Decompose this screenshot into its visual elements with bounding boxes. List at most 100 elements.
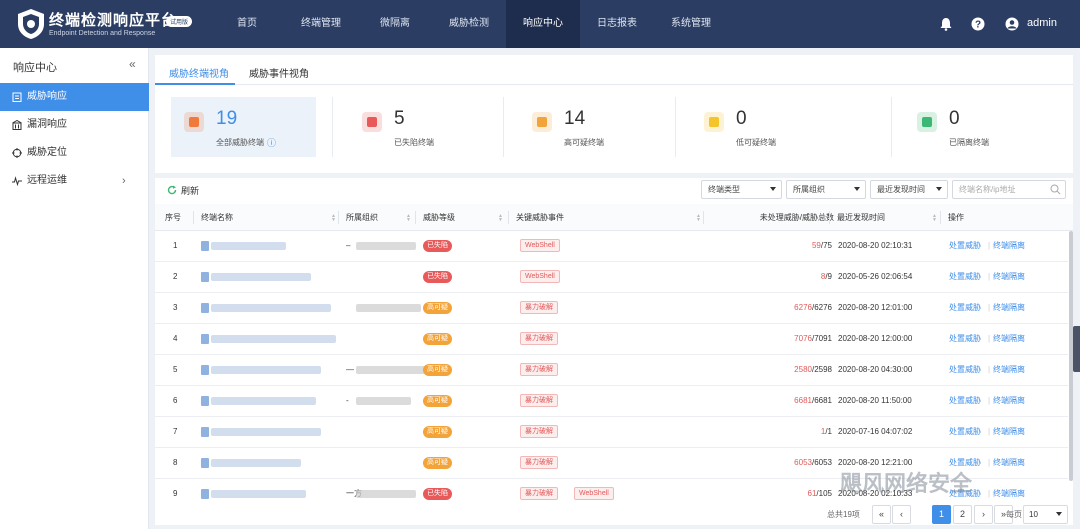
threat-event-tag[interactable]: 暴力破解 [520,301,558,314]
collapse-icon[interactable]: « [129,57,136,71]
sort-icon[interactable]: ▲ ▼ [331,214,337,223]
handle-threat-link[interactable]: 处置威胁 [949,262,981,292]
tab-event-view[interactable]: 威胁事件视角 [249,65,309,80]
stat-value: 14 [564,108,586,129]
action-separator: | [988,427,991,436]
isolate-terminal-link[interactable]: 终端隔离 [993,479,1025,503]
page-button[interactable]: › [974,505,993,524]
nav-item[interactable]: 日志报表 [580,0,654,48]
stat-card[interactable]: 14 高可疑终端 [519,97,639,157]
pulse-icon [12,176,22,186]
sort-icon[interactable]: ▲ ▼ [822,214,828,223]
isolate-terminal-link[interactable]: 终端隔离 [993,417,1025,447]
column-header[interactable]: 终端名称 [201,204,233,231]
info-icon[interactable]: ⓘ [267,136,276,149]
handle-threat-link[interactable]: 处置威胁 [949,355,981,385]
total-count: /105 [816,489,832,498]
stat-card[interactable]: 0 低可疑终端 [691,97,811,157]
column-header[interactable]: 最近发现时间 [837,204,885,231]
table-row: 4 高可疑 暴力破解 7076/7091 2020-08-20 12:00:00 处置威胁… [155,324,1068,355]
search-icon[interactable] [1050,184,1061,195]
isolate-terminal-link[interactable]: 终端隔离 [993,386,1025,416]
page-button[interactable]: 2 [953,505,972,524]
sidebar-item-threat-response[interactable]: 威胁响应 [0,83,149,111]
threat-event-tag[interactable]: WebShell [520,239,560,252]
column-separator [508,211,509,224]
sort-icon[interactable]: ▲ ▼ [406,214,412,223]
main-panel: 威胁终端视角 威胁事件视角 19 全部威胁终端 ⓘ 5 已失陷终端 14 高可疑终端 0 低可疑… [155,55,1073,525]
handle-threat-link[interactable]: 处置威胁 [949,231,981,261]
refresh-button[interactable]: 刷新 [167,184,199,197]
sort-icon[interactable]: ▲ ▼ [932,214,938,223]
handle-threat-link[interactable]: 处置威胁 [949,293,981,323]
side-handle[interactable] [1073,326,1080,372]
threat-event-tag[interactable]: 暴力破解 [520,456,558,469]
isolate-terminal-link[interactable]: 终端隔离 [993,324,1025,354]
terminal-icon [201,489,209,499]
column-header[interactable]: 序号 [165,204,181,231]
nav-item[interactable]: 响应中心 [506,0,580,48]
bell-icon[interactable] [939,17,953,31]
threat-event-tag[interactable]: 暴力破解 [520,487,558,500]
sort-icon[interactable]: ▲ ▼ [696,214,702,223]
help-icon[interactable]: ? [971,17,985,31]
threat-event-tag[interactable]: 暴力破解 [520,332,558,345]
nav-item[interactable]: 威胁检测 [432,0,506,48]
nav-item[interactable]: 首页 [210,0,284,48]
file-icon [189,117,199,127]
column-header[interactable]: 未处理威胁/威胁总数 [711,204,834,231]
nav-item[interactable]: 系统管理 [654,0,728,48]
user-avatar-icon[interactable] [1005,17,1019,31]
org-select[interactable]: 所属组织 [786,180,866,199]
column-header[interactable]: 威胁等级 [423,204,455,231]
tab-terminal-view[interactable]: 威胁终端视角 [169,65,229,80]
sidebar-item-remote-ops[interactable]: 远程运维 › [0,167,149,195]
stat-card[interactable]: 0 已隔离终端 [904,97,1024,157]
threat-level-badge: 高可疑 [423,395,452,407]
threat-count: 8/9 [711,262,832,292]
sidebar-item-threat-locate[interactable]: 威胁定位 [0,139,149,167]
stat-card[interactable]: 5 已失陷终端 [349,97,469,157]
per-page-select[interactable]: 10 [1023,505,1068,524]
terminal-icon [201,427,209,437]
terminal-icon [201,396,209,406]
terminal-name-redacted [211,242,286,250]
isolate-terminal-link[interactable]: 终端隔离 [993,231,1025,261]
isolate-terminal-link[interactable]: 终端隔离 [993,448,1025,478]
stat-divider [332,97,333,157]
stat-card[interactable]: 19 全部威胁终端 ⓘ [171,97,316,157]
column-header[interactable]: 所属组织 [346,204,378,231]
user-name[interactable]: admin [1027,17,1057,29]
isolate-terminal-link[interactable]: 终端隔离 [993,355,1025,385]
threat-event-tag[interactable]: WebShell [520,270,560,283]
sort-icon[interactable]: ▲ ▼ [498,214,504,223]
threat-count: 59/75 [711,231,832,261]
isolate-terminal-link[interactable]: 终端隔离 [993,293,1025,323]
handle-threat-link[interactable]: 处置威胁 [949,324,981,354]
threat-event-tag[interactable]: 暴力破解 [520,363,558,376]
threat-event-tag[interactable]: 暴力破解 [520,394,558,407]
isolate-terminal-link[interactable]: 终端隔离 [993,262,1025,292]
terminal-icon [201,241,209,251]
page-button[interactable]: ‹ [892,505,911,524]
threat-count: 6681/6681 [711,386,832,416]
action-separator: | [988,489,991,498]
page-button[interactable]: « [872,505,891,524]
terminal-type-select[interactable]: 终端类型 [701,180,782,199]
last-found-select[interactable]: 最近发现时间 [870,180,948,199]
nav-item[interactable]: 微隔离 [358,0,432,48]
handle-threat-link[interactable]: 处置威胁 [949,417,981,447]
table-header: 序号 终端名称 ▲ ▼ 所属组织 ▲ ▼ 威胁等级 ▲ ▼ 关键威胁事件 ▲ ▼ 未处理威胁/威胁总数 ▲ ▼… [155,204,1073,231]
threat-event-tag[interactable]: 暴力破解 [520,425,558,438]
handle-threat-link[interactable]: 处置威胁 [949,386,981,416]
column-header[interactable]: 操作 [948,204,964,231]
nav-item[interactable]: 终端管理 [284,0,358,48]
column-header[interactable]: 关键威胁事件 [516,204,564,231]
page-button[interactable]: 1 [932,505,951,524]
threat-event-tag[interactable]: WebShell [574,487,614,500]
table-row: 3 高可疑 暴力破解 6276/6276 2020-08-20 12:01:00 处置威胁… [155,293,1068,324]
search-input[interactable]: 终端名称/ip地址 [952,180,1066,199]
organization-redacted [356,304,421,312]
sidebar-item-vuln-response[interactable]: 漏洞响应 [0,111,149,139]
brand-title: 终端检测响应平台 [49,12,178,29]
